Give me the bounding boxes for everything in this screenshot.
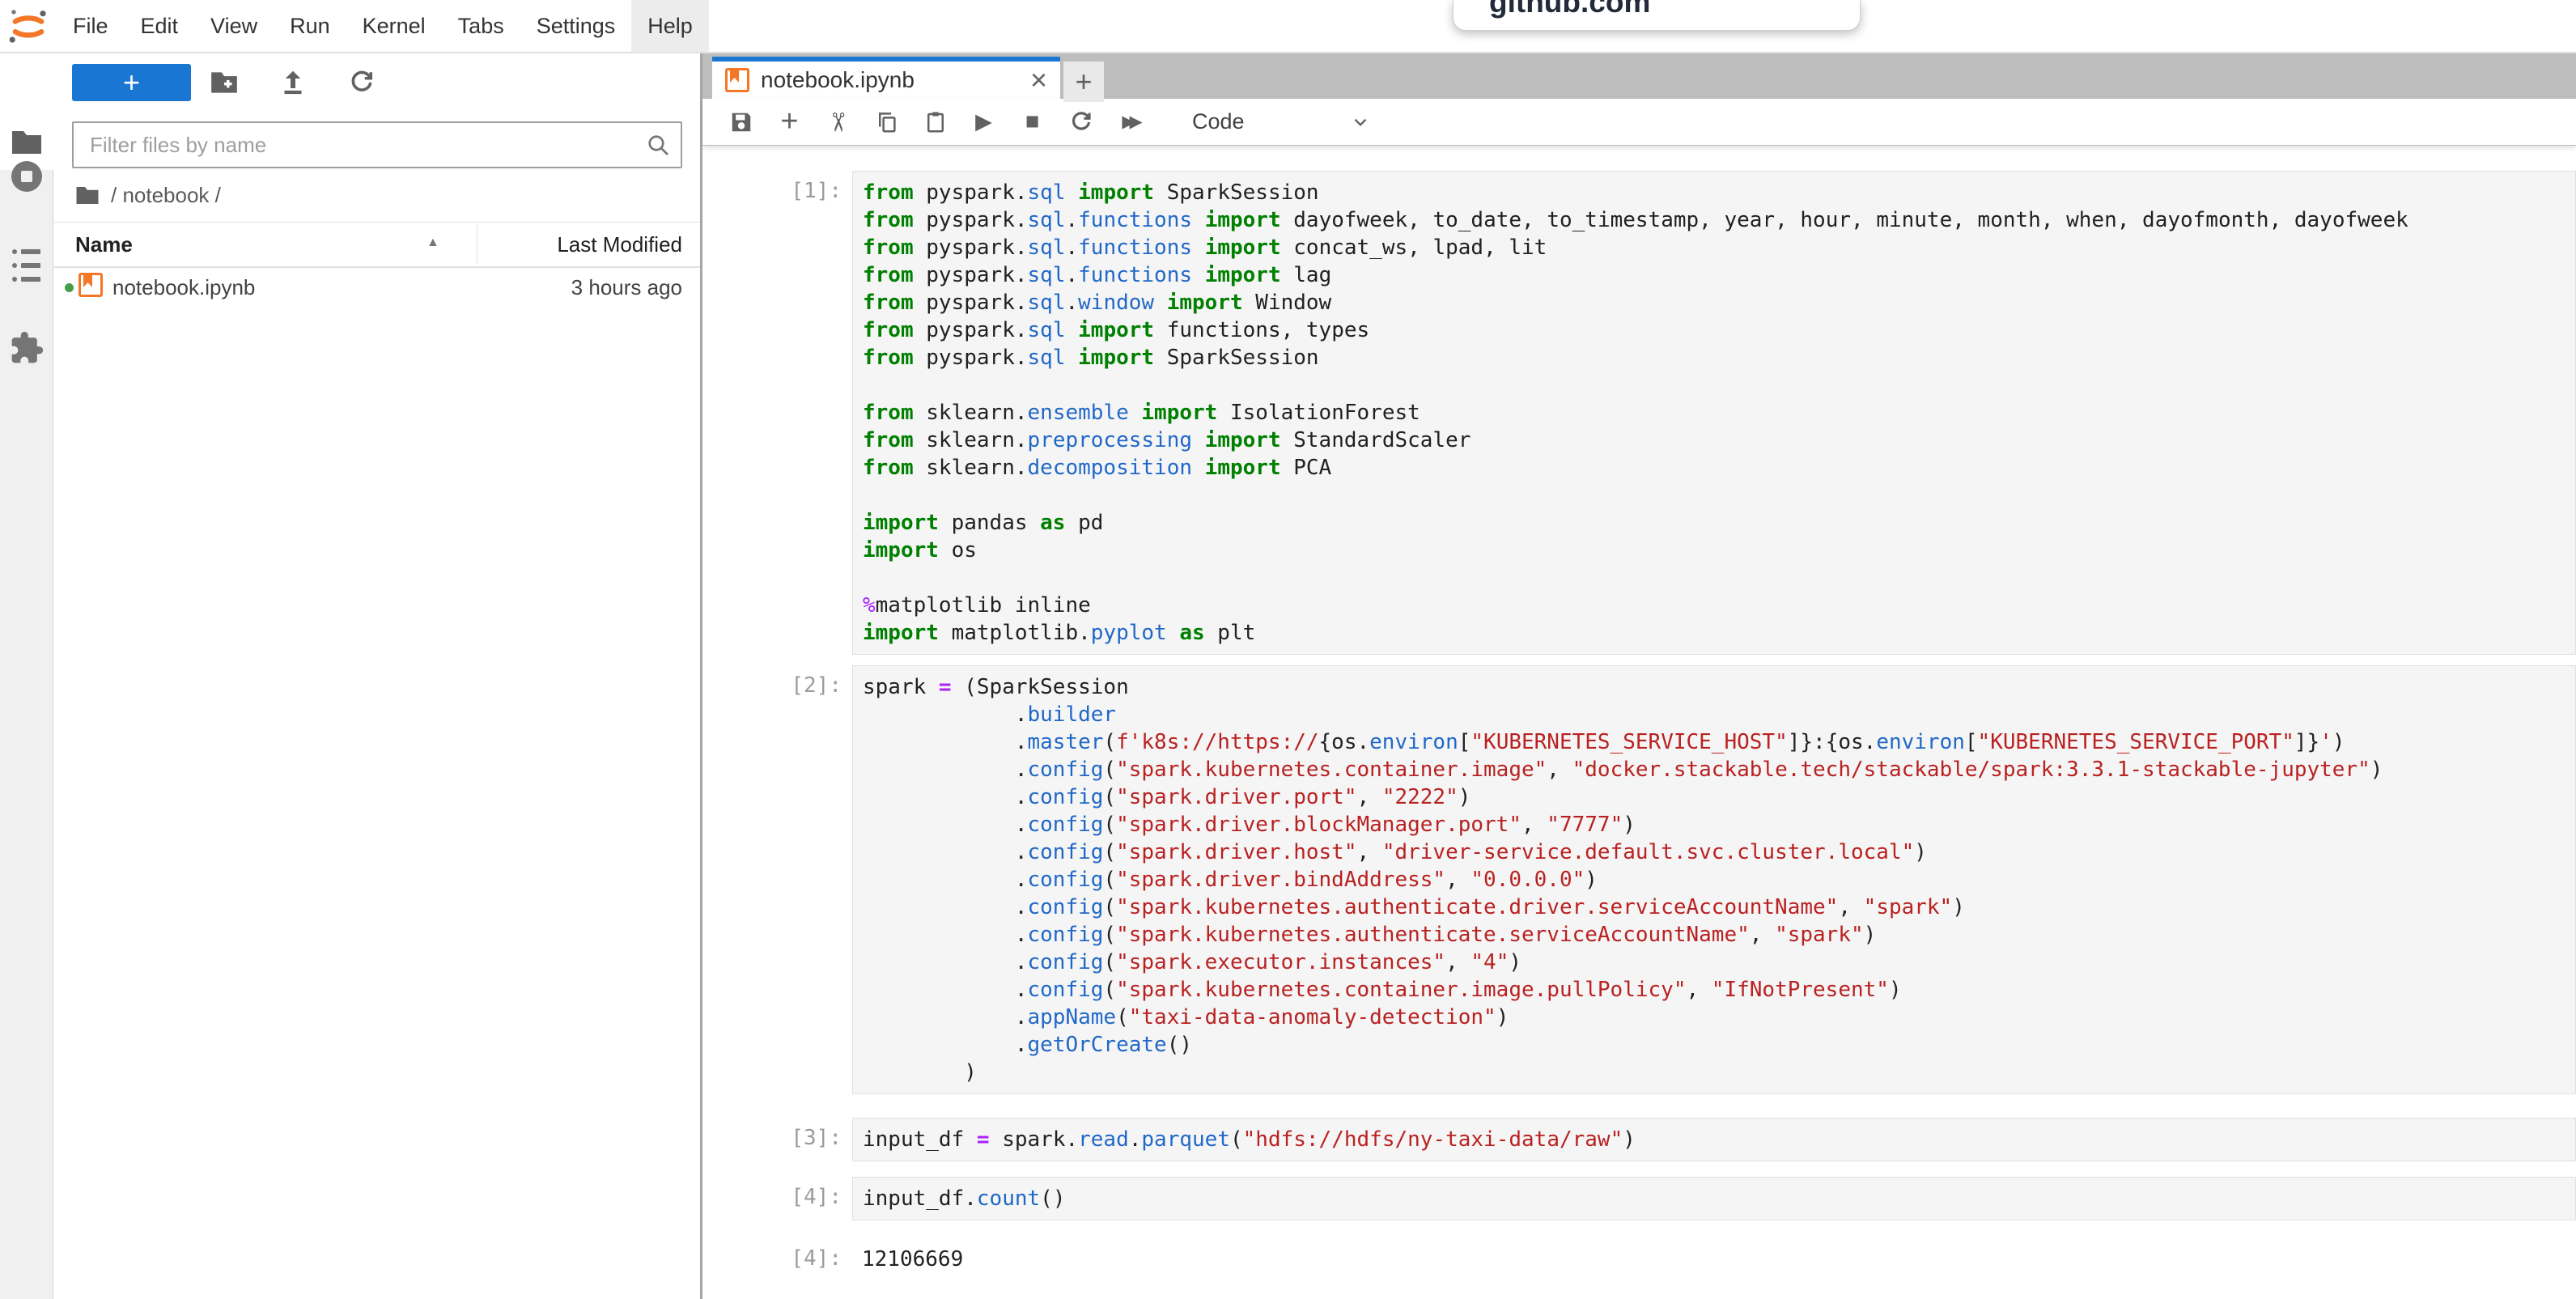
notebook-file-icon (725, 68, 749, 92)
cell-editor[interactable]: input_df = spark.read.parquet("hdfs://hd… (852, 1118, 2576, 1161)
code-cell: [3]:input_df = spark.read.parquet("hdfs:… (702, 1118, 2576, 1161)
cell-editor[interactable]: from pyspark.sql import SparkSessionfrom… (852, 171, 2576, 655)
breadcrumb[interactable]: / notebook / (75, 183, 221, 208)
popup-origin-text: github.com (1489, 0, 1650, 19)
upload-icon[interactable] (275, 65, 311, 100)
code-cell: [4]:input_df.count() (702, 1177, 2576, 1220)
new-tab-button[interactable]: + (1063, 62, 1104, 102)
file-browser-panel: + / notebook / Name ▲ La (54, 53, 700, 1299)
close-tab-icon[interactable]: × (1030, 68, 1047, 92)
notebook-toolbar: + ✂ ▶ ■ ▶▶ Code (702, 99, 2576, 146)
dock-tab-bar: notebook.ipynb × + (702, 53, 2576, 99)
tab-title: notebook.ipynb (761, 67, 915, 93)
menu-run[interactable]: Run (274, 0, 346, 52)
extensions-icon[interactable] (0, 330, 53, 366)
menu-tabs[interactable]: Tabs (442, 0, 520, 52)
cut-cells-icon[interactable]: ✂ (822, 108, 855, 136)
run-cell-icon[interactable]: ▶ (970, 106, 998, 138)
file-browser-toolbar: + (54, 53, 700, 118)
cell-editor[interactable]: input_df.count() (852, 1177, 2576, 1220)
code-cell: [1]:from pyspark.sql import SparkSession… (702, 171, 2576, 655)
stop-kernel-icon[interactable]: ■ (1018, 106, 1046, 138)
chevron-down-icon[interactable] (1350, 112, 1371, 133)
cell-prompt: [1]: (702, 171, 852, 655)
copy-cells-icon[interactable] (872, 106, 901, 138)
refresh-file-list-icon[interactable] (344, 65, 380, 100)
menu-edit[interactable]: Edit (125, 0, 195, 52)
filter-files-input[interactable] (72, 121, 682, 168)
file-list: notebook.ipynb 3 hours ago (54, 268, 700, 307)
browser-popup: github.com (1453, 0, 1861, 31)
code-cell: [2]:spark = (SparkSession .builder .mast… (702, 665, 2576, 1094)
menu-bar: FileEditViewRunKernelTabsSettingsHelp (0, 0, 2576, 53)
new-folder-icon[interactable] (206, 65, 242, 100)
cell-prompt: [2]: (702, 665, 852, 1094)
breadcrumb-path: / notebook / (111, 183, 221, 208)
tab-notebook[interactable]: notebook.ipynb × (712, 57, 1060, 99)
menu-view[interactable]: View (194, 0, 274, 52)
file-browser-icon[interactable] (0, 129, 53, 155)
jupyter-logo-icon (0, 0, 57, 52)
cell-prompt: [4]: (702, 1238, 852, 1280)
cell-type-select[interactable]: Code (1192, 109, 1245, 134)
sort-ascending-icon[interactable]: ▲ (427, 236, 439, 250)
menu-settings[interactable]: Settings (520, 0, 632, 52)
cell-prompt: [4]: (702, 1177, 852, 1220)
file-list-header: Name ▲ Last Modified (54, 223, 700, 268)
add-cell-icon[interactable]: + (775, 106, 804, 138)
file-name: notebook.ipynb (112, 275, 255, 300)
paste-cells-icon[interactable] (921, 106, 949, 138)
file-row[interactable]: notebook.ipynb 3 hours ago (54, 268, 700, 307)
column-header-modified[interactable]: Last Modified (557, 232, 682, 257)
running-kernels-icon[interactable] (0, 161, 53, 192)
search-icon (645, 132, 671, 162)
column-header-name[interactable]: Name (75, 232, 133, 257)
table-of-contents-icon[interactable] (0, 248, 53, 283)
file-modified: 3 hours ago (571, 275, 682, 300)
cell-editor[interactable]: spark = (SparkSession .builder .master(f… (852, 665, 2576, 1094)
notebook-content: [1]:from pyspark.sql import SparkSession… (702, 146, 2576, 1299)
new-launcher-button[interactable]: + (72, 64, 191, 101)
main-dock-panel: notebook.ipynb × + + ✂ ▶ ■ ▶▶ Code (702, 53, 2576, 1299)
restart-run-all-icon[interactable]: ▶▶ (1115, 106, 1149, 138)
save-icon[interactable] (727, 106, 755, 138)
filter-files-box (72, 121, 682, 168)
cell-output-area: 12106669 (852, 1238, 2576, 1280)
menu-items: FileEditViewRunKernelTabsSettingsHelp (57, 0, 709, 52)
activity-sidebar (0, 53, 53, 1299)
restart-kernel-icon[interactable] (1067, 106, 1095, 138)
home-folder-icon (75, 185, 100, 206)
output-cell: [4]:12106669 (702, 1238, 2576, 1280)
cell-prompt: [3]: (702, 1118, 852, 1161)
kernel-running-dot (65, 283, 74, 292)
menu-file[interactable]: File (57, 0, 125, 52)
menu-help[interactable]: Help (631, 0, 709, 52)
notebook-file-icon (79, 273, 103, 297)
jupyterlab-window: FileEditViewRunKernelTabsSettingsHelp gi… (0, 0, 2576, 1299)
menu-kernel[interactable]: Kernel (346, 0, 442, 52)
